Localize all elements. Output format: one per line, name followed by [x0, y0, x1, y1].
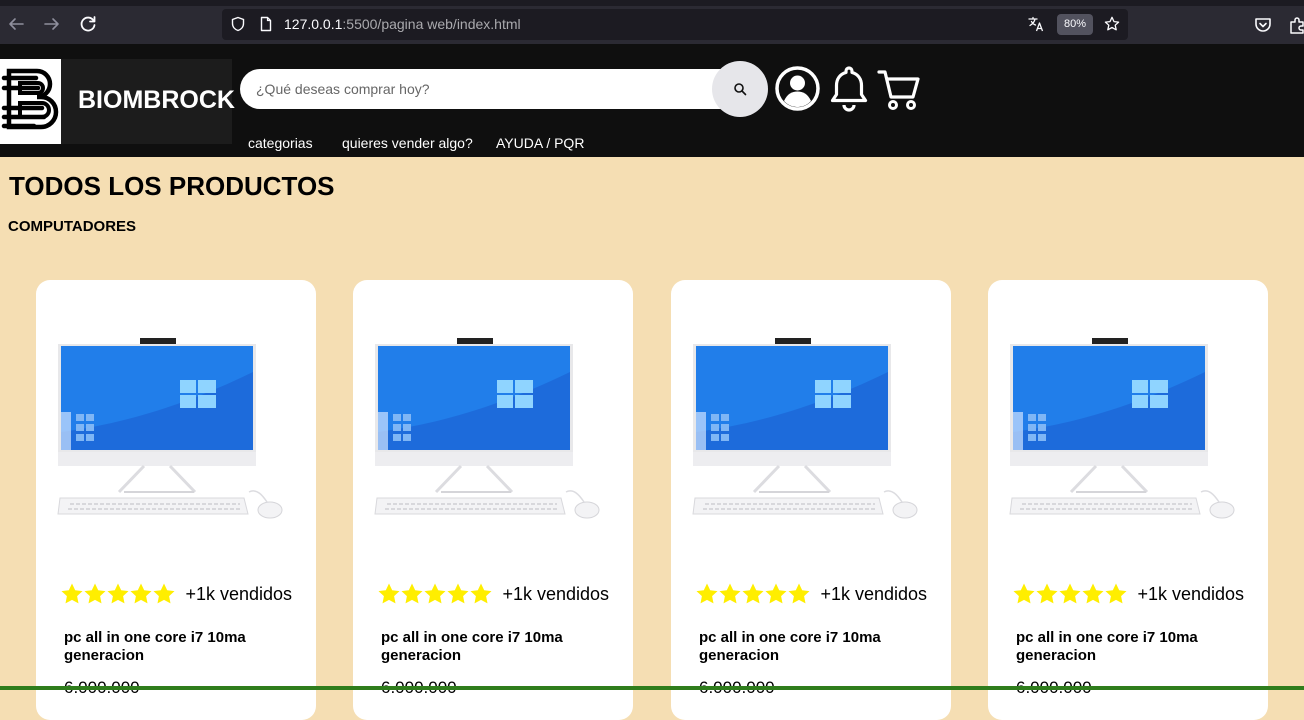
browser-toolbar: 127.0.0.1:5500/pagina web/index.html 80%	[0, 0, 1304, 44]
forward-icon[interactable]	[42, 14, 62, 34]
product-card[interactable]: +1k vendidos pc all in one core i7 10ma …	[671, 280, 951, 720]
star-icon	[718, 582, 742, 606]
star-icon	[741, 582, 765, 606]
page-icon[interactable]	[258, 16, 274, 32]
star-icon	[1081, 582, 1105, 606]
sold-count: +1k vendidos	[1137, 583, 1245, 604]
bottom-edge	[0, 686, 1304, 690]
product-rating: +1k vendidos	[695, 582, 927, 606]
section-title: COMPUTADORES	[8, 218, 137, 235]
url-host: 127.0.0.1	[284, 16, 343, 32]
star-icon	[764, 582, 788, 606]
product-image[interactable]	[1006, 332, 1242, 524]
logo[interactable]: BIOMBROCK	[0, 59, 235, 144]
user-icon[interactable]	[775, 66, 820, 111]
back-icon[interactable]	[6, 14, 26, 34]
star-icon	[1012, 582, 1036, 606]
extensions-icon[interactable]	[1288, 15, 1304, 35]
search-button[interactable]	[712, 61, 768, 117]
rating-stars	[695, 582, 810, 606]
star-icon	[1058, 582, 1082, 606]
menu-link-ayuda[interactable]: AYUDA / PQR	[496, 135, 584, 151]
rating-stars	[60, 582, 175, 606]
product-rating: +1k vendidos	[1012, 582, 1244, 606]
star-icon	[446, 582, 470, 606]
star-icon	[106, 582, 130, 606]
star-icon	[60, 582, 84, 606]
product-name[interactable]: pc all in one core i7 10ma generacion	[1016, 629, 1246, 665]
rating-stars	[377, 582, 492, 606]
shield-icon[interactable]	[230, 16, 246, 32]
search-input[interactable]	[240, 69, 740, 109]
rating-stars	[1012, 582, 1127, 606]
star-icon	[83, 582, 107, 606]
sold-count: +1k vendidos	[502, 583, 610, 604]
star-icon	[469, 582, 493, 606]
sold-count: +1k vendidos	[820, 583, 928, 604]
product-image[interactable]	[689, 332, 925, 524]
sold-count: +1k vendidos	[185, 583, 293, 604]
star-icon	[1104, 582, 1128, 606]
product-card[interactable]: +1k vendidos pc all in one core i7 10ma …	[36, 280, 316, 720]
star-icon	[423, 582, 447, 606]
logo-text: BIOMBROCK	[78, 86, 235, 114]
product-name[interactable]: pc all in one core i7 10ma generacion	[381, 629, 611, 665]
url-text[interactable]: 127.0.0.1:5500/pagina web/index.html	[284, 16, 521, 32]
site-header: BIOMBROCK categorias quieres vender algo…	[0, 44, 1304, 157]
bell-icon[interactable]	[829, 64, 869, 112]
logo-icon	[0, 59, 61, 144]
bookmark-star-icon[interactable]	[1104, 16, 1120, 32]
pocket-icon[interactable]	[1253, 15, 1273, 35]
product-rating: +1k vendidos	[377, 582, 609, 606]
zoom-level-badge[interactable]: 80%	[1057, 14, 1093, 35]
star-icon	[152, 582, 176, 606]
address-bar[interactable]: 127.0.0.1:5500/pagina web/index.html 80%	[222, 9, 1128, 40]
translate-icon[interactable]	[1028, 16, 1044, 32]
star-icon	[129, 582, 153, 606]
product-rating: +1k vendidos	[60, 582, 292, 606]
product-name[interactable]: pc all in one core i7 10ma generacion	[64, 629, 294, 665]
star-icon	[377, 582, 401, 606]
page-title: TODOS LOS PRODUCTOS	[9, 171, 335, 201]
product-name[interactable]: pc all in one core i7 10ma generacion	[699, 629, 929, 665]
star-icon	[1035, 582, 1059, 606]
star-icon	[787, 582, 811, 606]
product-card[interactable]: +1k vendidos pc all in one core i7 10ma …	[988, 280, 1268, 720]
product-image[interactable]	[371, 332, 607, 524]
menu-link-vender[interactable]: quieres vender algo?	[342, 135, 473, 151]
tab-strip-edge	[0, 0, 1304, 6]
product-image[interactable]	[54, 332, 290, 524]
cart-icon[interactable]	[877, 68, 921, 112]
star-icon	[695, 582, 719, 606]
reload-icon[interactable]	[78, 14, 98, 34]
star-icon	[400, 582, 424, 606]
url-path: :5500/pagina web/index.html	[342, 16, 521, 32]
menu-link-categorias[interactable]: categorias	[248, 135, 313, 151]
product-card[interactable]: +1k vendidos pc all in one core i7 10ma …	[353, 280, 633, 720]
